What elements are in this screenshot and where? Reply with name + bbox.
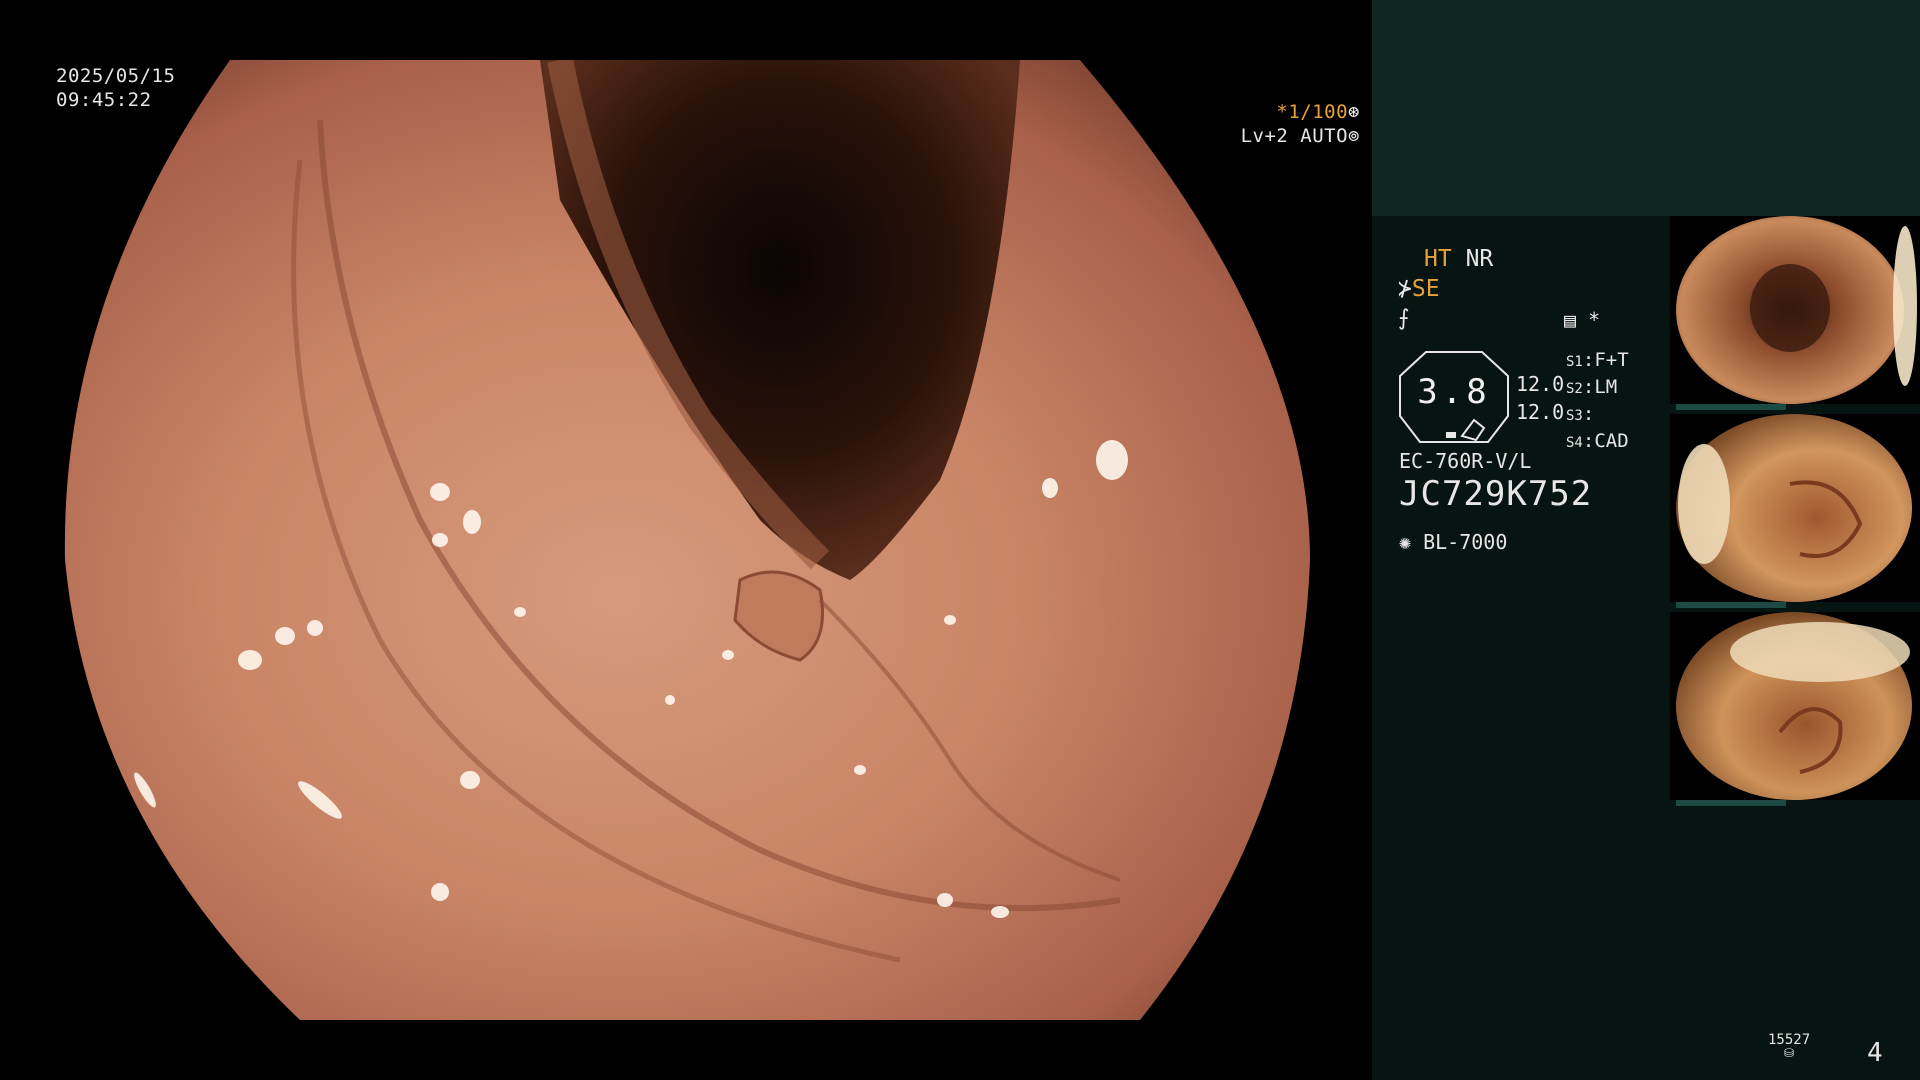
switch-key: S4 [1566, 435, 1583, 451]
switch-value: LM [1594, 376, 1618, 398]
info-side-panel: HT NR ⊁SE ⨍ ▤ * 3.8 12.0 12.0 S1:F+T S2:… [1372, 0, 1920, 1080]
switch-value: CAD [1594, 430, 1629, 452]
switch-row: S1:F+T [1566, 349, 1629, 371]
thumbnail-3[interactable] [1670, 612, 1920, 808]
iris-values: 12.0 12.0 [1516, 370, 1564, 426]
image-counter: 15527 ⛁ [1768, 1032, 1810, 1060]
panel-header-band [1372, 0, 1920, 216]
aperture-auto-icon: ⊚ [1348, 125, 1360, 147]
shutter-speed-text: *1/100 [1276, 101, 1349, 123]
scope-model-text: EC-760R-V/L [1399, 449, 1532, 473]
date-time-display: 2025/05/15 09:45:22 [56, 64, 175, 112]
zoom-value-text: 3.8 [1417, 372, 1491, 412]
endoscope-live-view: 2025/05/15 09:45:22 *1/100⊛ Lv+2 AUTO⊚ [0, 0, 1372, 1080]
thumbnail-image [1670, 612, 1920, 800]
switch-key: S1 [1566, 354, 1583, 370]
light-source-text: BL-7000 [1423, 530, 1508, 554]
switch-key: S3 [1566, 408, 1583, 424]
light-source-icon: ✺ [1399, 530, 1412, 554]
menu-list-icon: ▤ [1564, 308, 1577, 332]
switch-value: F+T [1594, 349, 1629, 371]
menu-row: ▤ * [1564, 308, 1600, 332]
zoom-indicator: 3.8 [1396, 350, 1512, 444]
mode-se-text: SE [1411, 276, 1440, 302]
switch-row: S4:CAD [1566, 430, 1629, 452]
structure-enhance-icon: ⊁ [1398, 276, 1412, 302]
scope-serial-text: JC729K752 [1399, 474, 1593, 514]
iris-bottom-text: 12.0 [1516, 400, 1565, 424]
level-mode-text: Lv+2 AUTO [1240, 125, 1349, 147]
switch-assignment-list: S1:F+T S2:LM S3: S4:CAD [1566, 348, 1629, 456]
page-number: 4 [1867, 1038, 1883, 1068]
light-source-row: ✺ BL-7000 [1399, 530, 1507, 554]
switch-row: S2:LM [1566, 376, 1618, 398]
mode-ht-text: HT [1424, 246, 1452, 272]
thumbnail-bar [1676, 404, 1786, 410]
thumbnail-image [1670, 414, 1920, 602]
mode-row-ht-nr: HT NR [1424, 246, 1493, 272]
exposure-display: *1/100⊛ Lv+2 AUTO⊚ [1241, 100, 1360, 148]
thumbnail-image [1670, 216, 1920, 404]
date-text: 2025/05/15 [56, 65, 176, 87]
thumbnail-2[interactable] [1670, 414, 1920, 610]
time-text: 09:45:22 [56, 89, 152, 111]
iris-top-text: 12.0 [1516, 372, 1565, 396]
switch-row: S3: [1566, 403, 1595, 425]
enhance-row: ⨍ [1398, 306, 1409, 331]
storage-icon: ⛁ [1784, 1046, 1795, 1060]
color-enhance-icon: ⨍ [1398, 306, 1410, 331]
thumbnail-1[interactable] [1670, 216, 1920, 412]
switch-key: S2 [1566, 381, 1583, 397]
thumbnail-bar [1676, 800, 1786, 806]
menu-marker-text: * [1588, 308, 1601, 332]
thumbnail-bar [1676, 602, 1786, 608]
colon-lumen-image [64, 60, 1310, 1020]
mode-row-se: ⊁SE [1398, 276, 1440, 302]
mode-nr-text: NR [1465, 246, 1494, 272]
aperture-icon: ⊛ [1348, 101, 1360, 123]
